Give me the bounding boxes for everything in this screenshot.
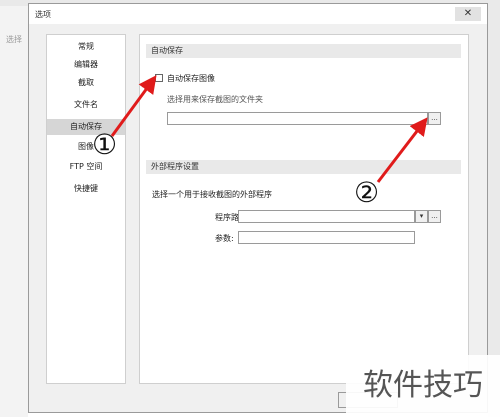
- annotation-two: ②: [354, 176, 380, 209]
- arrow-to-checkbox: [110, 75, 157, 137]
- arrow-to-browse: [376, 117, 428, 183]
- watermark: 软件技巧: [346, 355, 500, 417]
- annotation-one: ①: [92, 128, 118, 161]
